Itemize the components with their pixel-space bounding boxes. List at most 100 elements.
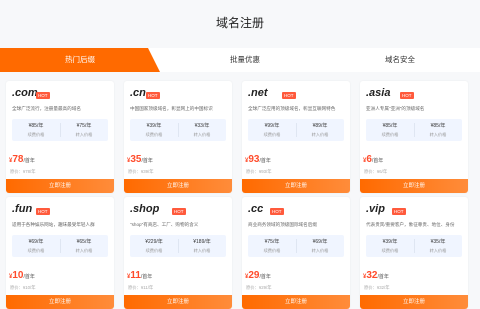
domain-suffix: .asia bbox=[366, 87, 391, 99]
renew-price-cell: ¥85/年续费价格 bbox=[366, 122, 414, 138]
domain-description: 适用于各种娱乐网站，趣味最受年轻人群 bbox=[12, 222, 95, 227]
renew-price-cell: ¥229/年 续费价格 bbox=[130, 238, 178, 254]
renew-price: ¥75/年 bbox=[264, 239, 280, 245]
price-value: 29 bbox=[248, 270, 260, 281]
register-now-button[interactable]: 立即注册 bbox=[124, 179, 232, 193]
price-info-box: ¥99/年 续费价格 ¥89/年 转入价格 bbox=[248, 119, 344, 141]
original-price: 原价：¥6/年 bbox=[364, 169, 388, 174]
domain-suffix: .com bbox=[12, 87, 38, 99]
domain-card: .cn HOT 中国国家顶级域名，彰显网上的中国标识 ¥39/年 续费价格 ¥33/年 转入… bbox=[124, 81, 232, 193]
original-price: 原价：¥32/年 bbox=[364, 285, 390, 290]
transfer-price: ¥65/年 bbox=[76, 239, 92, 245]
register-now-button[interactable]: 立即注册 bbox=[6, 295, 114, 309]
register-now-button[interactable]: 立即注册 bbox=[360, 179, 468, 193]
price-unit: /首年 bbox=[23, 158, 35, 164]
transfer-price: ¥75/年 bbox=[76, 123, 92, 129]
transfer-price-label: 转入价格 bbox=[429, 248, 447, 253]
domain-card: .asia HOT 亚洲人专属"亚洲"的顶级域名 ¥85/年 续费价格 ¥85/年 转入价格… bbox=[360, 81, 468, 193]
hot-badge: HOT bbox=[172, 208, 186, 215]
renew-price-label: 续费价格 bbox=[263, 248, 281, 253]
register-now-button[interactable]: 立即注册 bbox=[6, 179, 114, 193]
domain-suffix: .net bbox=[248, 87, 268, 99]
page-title: 域名注册 bbox=[215, 16, 264, 30]
hot-badge: HOT bbox=[400, 92, 414, 99]
price-unit: /首年 bbox=[371, 158, 384, 164]
transfer-price-label: 转入价格 bbox=[75, 248, 93, 253]
register-now-button[interactable]: 立即注册 bbox=[242, 295, 350, 309]
transfer-price-cell: ¥89/年 转入价格 bbox=[296, 122, 344, 138]
transfer-price-label: 转入价格 bbox=[429, 132, 447, 137]
renew-price-label: 续费价格 bbox=[27, 132, 45, 137]
renew-price: ¥39/年 bbox=[146, 123, 162, 129]
hot-badge: HOT bbox=[36, 208, 50, 215]
price-info-box: ¥39/年续费价格 ¥33/年转入价格 bbox=[130, 119, 226, 141]
domain-card: .net HOT 全球广泛应用的顶级域名，彰显互联网特色 ¥99/年 续费价格 ¥89/年… bbox=[242, 81, 350, 193]
transfer-price-label: 转入价格 bbox=[193, 132, 211, 137]
renew-price-label: 续费价格 bbox=[145, 132, 163, 137]
renew-price-label: 续费价格 bbox=[381, 248, 399, 253]
hot-badge: HOT bbox=[270, 208, 284, 215]
tab-hot-suffixes[interactable]: 热门后缀 bbox=[0, 48, 160, 72]
renew-price-label: 续费价格 bbox=[381, 132, 399, 137]
renew-price-label: 续费价格 bbox=[263, 132, 281, 137]
domain-suffix: .cn bbox=[130, 87, 146, 99]
price-value: 32 bbox=[366, 270, 378, 281]
original-price: 原价：¥29/年 bbox=[246, 285, 272, 290]
transfer-price-label: 转入价格 bbox=[193, 248, 211, 253]
register-now-button[interactable]: 立即注册 bbox=[124, 295, 232, 309]
domain-card: .shop HOT "shop"有商店、工厂、购物的含义 ¥229/年 续费价格 ¥189… bbox=[124, 197, 232, 309]
price-info-box: ¥85/年 续费价格 ¥85/年 转入价格 bbox=[366, 119, 462, 141]
transfer-price-cell: ¥85/年转入价格 bbox=[414, 122, 462, 138]
transfer-price-cell: ¥189/年 转入价格 bbox=[178, 238, 226, 254]
transfer-price: ¥33/年 bbox=[194, 123, 210, 129]
renew-price-label: 续费价格 bbox=[145, 248, 163, 253]
transfer-price-cell: ¥65/年转入价格 bbox=[60, 238, 108, 254]
renew-price: ¥85/年 bbox=[382, 123, 398, 129]
transfer-price: ¥35/年 bbox=[430, 239, 446, 245]
price-info-box: ¥229/年 续费价格 ¥189/年 转入价格 bbox=[130, 235, 226, 257]
renew-price: ¥229/年 bbox=[145, 239, 163, 245]
first-year-price: ¥11/首年 bbox=[127, 270, 152, 281]
renew-price-cell: ¥69/年续费价格 bbox=[12, 238, 60, 254]
renew-price-cell: ¥39/年续费价格 bbox=[130, 122, 178, 138]
tab-domain-security[interactable]: 域名安全 bbox=[320, 48, 480, 72]
first-year-price: ¥35/首年 bbox=[127, 154, 153, 165]
price-unit: /首年 bbox=[141, 158, 153, 164]
tab-bar: 热门后缀 批量优惠 域名安全 bbox=[0, 48, 480, 72]
transfer-price: ¥69/年 bbox=[312, 239, 328, 245]
price-value: 93 bbox=[248, 154, 260, 165]
register-now-button[interactable]: 立即注册 bbox=[242, 179, 350, 193]
domain-description: 全球广泛应用的顶级域名，彰显互联网特色 bbox=[248, 106, 336, 111]
domain-card: .vip HOT 代表贵宾/重要客户，象征尊贵、地位、身份 ¥39/年 续费价格 ¥35/… bbox=[360, 197, 468, 309]
transfer-price: ¥85/年 bbox=[430, 123, 446, 129]
register-now-button[interactable]: 立即注册 bbox=[360, 295, 468, 309]
price-unit: /首年 bbox=[23, 274, 35, 280]
renew-price-cell: ¥85/年 续费价格 bbox=[12, 122, 60, 138]
transfer-price-cell: ¥35/年转入价格 bbox=[414, 238, 462, 254]
transfer-price-cell: ¥75/年 转入价格 bbox=[60, 122, 108, 138]
first-year-price: ¥78/首年 bbox=[9, 154, 35, 165]
price-unit: /首年 bbox=[259, 158, 271, 164]
price-value: 78 bbox=[12, 154, 24, 165]
domain-suffix: .cc bbox=[248, 203, 264, 215]
price-info-box: ¥39/年续费价格 ¥35/年转入价格 bbox=[366, 235, 462, 257]
renew-price-cell: ¥99/年续费价格 bbox=[248, 122, 296, 138]
transfer-price: ¥189/年 bbox=[193, 239, 211, 245]
original-price: 原价：¥11/年 bbox=[128, 285, 154, 290]
price-value: 10 bbox=[12, 270, 24, 281]
hot-badge: HOT bbox=[146, 92, 160, 99]
tab-bulk-discount[interactable]: 批量优惠 bbox=[170, 48, 320, 72]
renew-price: ¥99/年 bbox=[264, 123, 280, 129]
domain-card: .com HOT 全球广泛流行，注册量最高的域名 ¥85/年 续费价格 ¥75/年 转入价格… bbox=[6, 81, 114, 193]
hot-badge: HOT bbox=[282, 92, 296, 99]
renew-price-cell: ¥75/年续费价格 bbox=[248, 238, 296, 254]
renew-price: ¥39/年 bbox=[382, 239, 398, 245]
hot-badge: HOT bbox=[36, 92, 50, 99]
renew-price-label: 续费价格 bbox=[27, 248, 45, 253]
first-year-price: ¥32/首年 bbox=[363, 270, 389, 281]
price-unit: /首年 bbox=[140, 274, 153, 280]
first-year-price: ¥10/首年 bbox=[9, 270, 35, 281]
first-year-price: ¥93/首年 bbox=[245, 154, 271, 165]
renew-price: ¥69/年 bbox=[28, 239, 44, 245]
original-price: 原价：¥93/年 bbox=[246, 169, 272, 174]
